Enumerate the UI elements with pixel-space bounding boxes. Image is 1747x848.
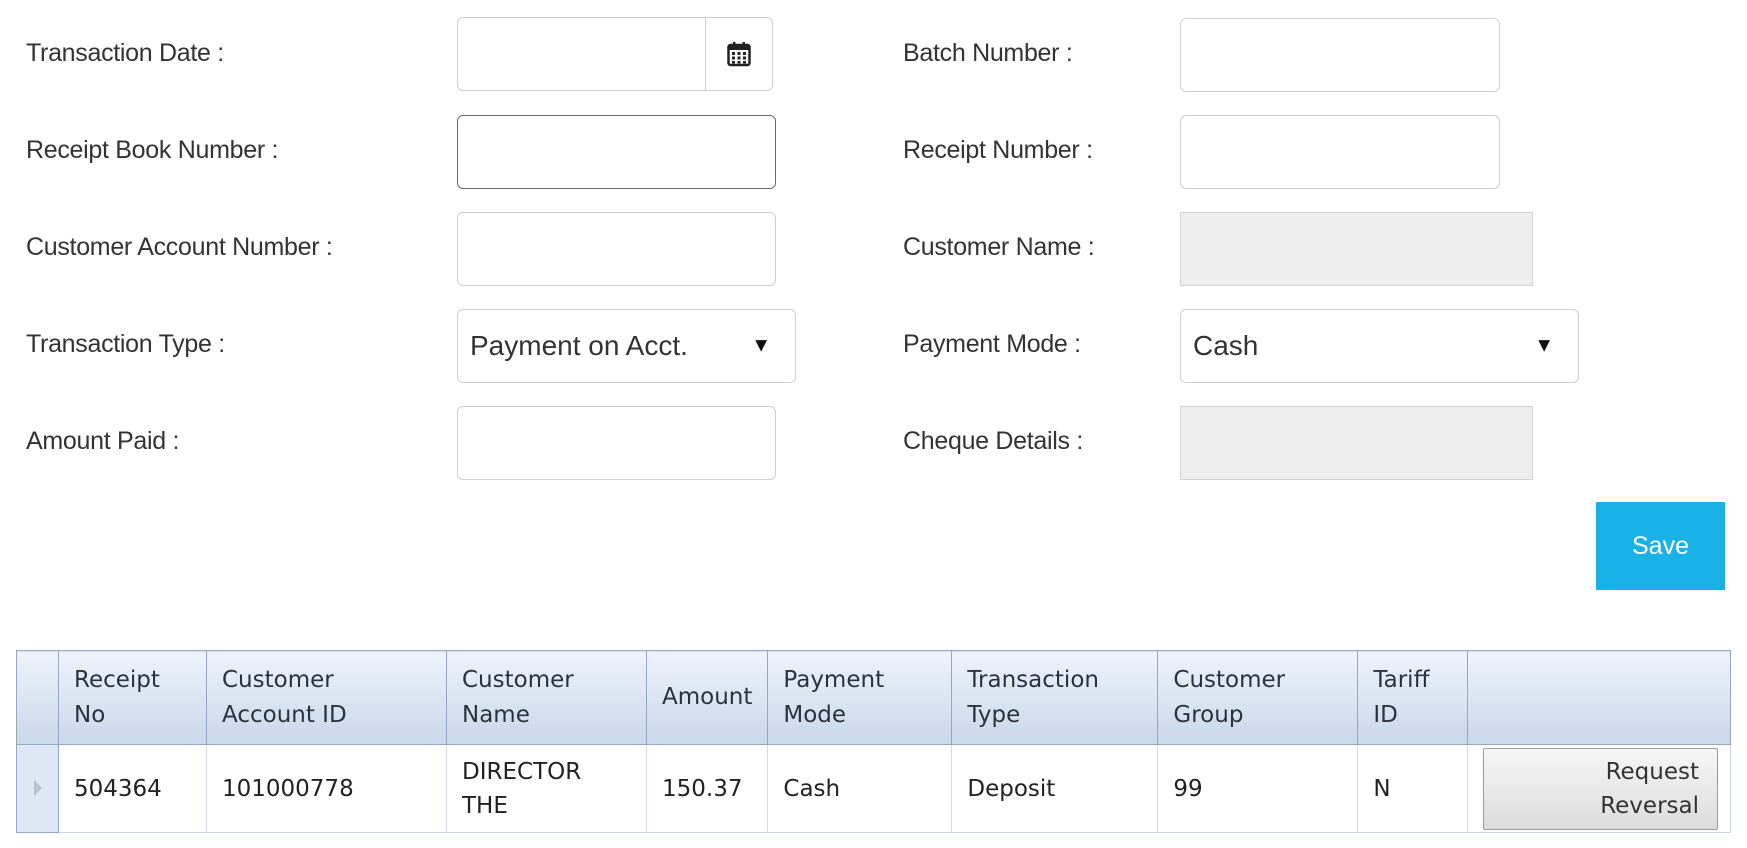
- amount-paid-label: Amount Paid :: [26, 427, 180, 455]
- customer-name-field: [1180, 212, 1533, 286]
- cell-transaction-type: Deposit: [951, 744, 1159, 833]
- cell-customer-group: 99: [1157, 744, 1359, 833]
- cell-customer-name: DIRECTOR THE: [446, 744, 647, 833]
- table-row[interactable]: 504364 101000778 DIRECTOR THE 150.37 Cash…: [16, 744, 1731, 833]
- transaction-date-label: Transaction Date :: [26, 39, 224, 67]
- column-header-amount[interactable]: Amount: [645, 650, 769, 745]
- receipt-book-number-label: Receipt Book Number :: [26, 136, 279, 164]
- column-header-tariff-id[interactable]: Tariff ID: [1357, 650, 1469, 745]
- column-header-payment-mode[interactable]: Payment Mode: [767, 650, 953, 745]
- transaction-type-label: Transaction Type :: [26, 330, 225, 358]
- payment-mode-select[interactable]: Cash ▼: [1180, 309, 1579, 383]
- batch-number-input[interactable]: [1180, 18, 1500, 92]
- cell-payment-mode: Cash: [767, 744, 953, 833]
- transaction-date-picker: [457, 17, 773, 91]
- column-header-customer-name[interactable]: Customer Name: [446, 650, 647, 745]
- receipt-number-input[interactable]: [1180, 115, 1500, 189]
- column-header-actions: [1467, 650, 1731, 745]
- column-header-customer-account-id[interactable]: Customer Account ID: [206, 650, 447, 745]
- customer-account-number-input[interactable]: [457, 212, 776, 286]
- cell-actions: Request Reversal: [1467, 744, 1731, 833]
- payment-mode-value: Cash: [1193, 330, 1259, 361]
- calendar-icon: [727, 42, 751, 67]
- calendar-button[interactable]: [705, 18, 772, 90]
- save-button[interactable]: Save: [1596, 502, 1725, 590]
- table-header-row: Receipt No Customer Account ID Customer Nam…: [16, 650, 1731, 745]
- transaction-type-value: Payment on Acct.: [470, 330, 688, 361]
- cheque-details-label: Cheque Details :: [903, 427, 1084, 455]
- cell-tariff-id: N: [1357, 744, 1469, 833]
- request-reversal-button[interactable]: Request Reversal: [1483, 747, 1718, 830]
- amount-paid-input[interactable]: [457, 406, 776, 480]
- dropdown-arrow-icon: ▼: [751, 334, 771, 357]
- column-header-transaction-type[interactable]: Transaction Type: [951, 650, 1159, 745]
- receipt-book-number-input[interactable]: [457, 115, 776, 189]
- cell-amount: 150.37: [645, 744, 769, 833]
- dropdown-arrow-icon: ▼: [1534, 334, 1554, 357]
- customer-name-label: Customer Name :: [903, 233, 1095, 261]
- row-selector[interactable]: [16, 744, 59, 833]
- receipt-number-label: Receipt Number :: [903, 136, 1093, 164]
- column-header-customer-group[interactable]: Customer Group: [1157, 650, 1359, 745]
- cell-customer-account-id: 101000778: [206, 744, 447, 833]
- transactions-table: Receipt No Customer Account ID Customer Nam…: [16, 650, 1731, 833]
- row-pointer-icon: [33, 779, 42, 796]
- payment-mode-label: Payment Mode :: [903, 330, 1081, 358]
- customer-account-number-label: Customer Account Number :: [26, 233, 333, 261]
- transaction-type-select[interactable]: Payment on Acct. ▼: [457, 309, 796, 383]
- column-header-receipt-no[interactable]: Receipt No: [58, 650, 207, 745]
- batch-number-label: Batch Number :: [903, 39, 1073, 67]
- cheque-details-field: [1180, 406, 1533, 480]
- cell-receipt-no: 504364: [58, 744, 207, 833]
- row-selector-header: [16, 650, 59, 745]
- transaction-date-input[interactable]: [458, 18, 705, 90]
